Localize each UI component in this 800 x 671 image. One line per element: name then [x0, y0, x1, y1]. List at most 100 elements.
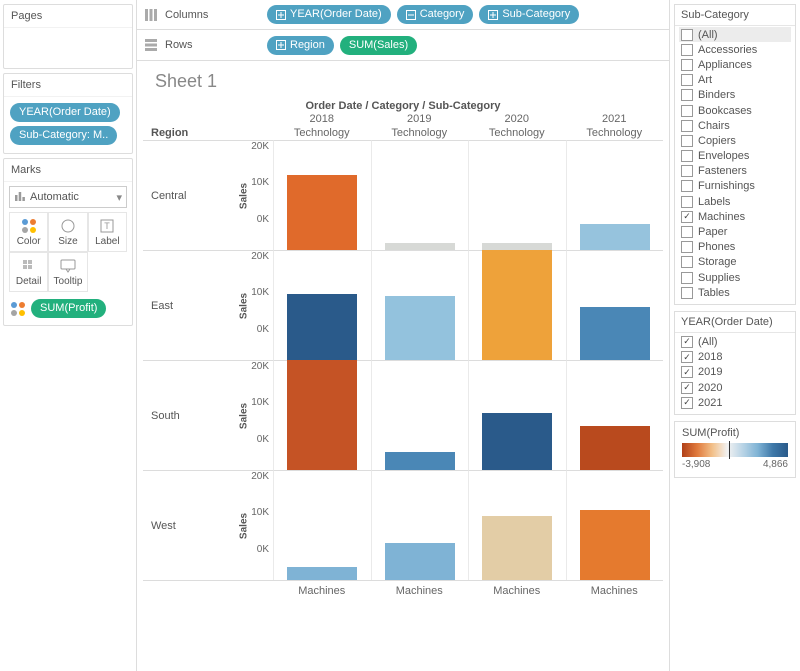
mark-detail[interactable]: Detail	[9, 252, 48, 292]
filter-item[interactable]: Machines	[679, 209, 791, 224]
mark-type-label: Automatic	[30, 191, 79, 203]
marks-grid: Color Size T Label Detail Tooltip	[9, 212, 127, 292]
bar[interactable]	[580, 307, 650, 360]
color-legend: SUM(Profit) -3,908 4,866	[674, 421, 796, 478]
filter-item[interactable]: (All)	[679, 27, 791, 42]
subcategory-list: (All)Accessories Appliances Art BindersBook…	[675, 26, 795, 304]
filter-pill-subcat[interactable]: Sub-Category: M..	[10, 126, 117, 145]
marks-profit-pill[interactable]: SUM(Profit)	[31, 299, 106, 318]
row-label: South	[143, 360, 233, 470]
bar[interactable]	[482, 243, 552, 250]
filter-item[interactable]: Fasteners	[679, 164, 791, 179]
checkbox-icon	[681, 366, 693, 378]
filter-item[interactable]: Storage	[679, 255, 791, 270]
bar[interactable]	[385, 452, 455, 470]
chart: Order Date / Category / Sub-Category2018…	[143, 100, 663, 601]
columns-label: Columns	[165, 9, 260, 21]
y-tick: 10K	[251, 397, 269, 433]
rows-shelf[interactable]: Rows Region SUM(Sales)	[137, 30, 669, 60]
col-header-category: Technology	[273, 126, 371, 140]
mark-label[interactable]: T Label	[88, 212, 127, 252]
filter-item[interactable]: (All)	[679, 334, 791, 349]
filter-item[interactable]: 2018	[679, 350, 791, 365]
filter-item-label: Appliances	[698, 59, 752, 71]
bar[interactable]	[482, 250, 552, 360]
bar-cell	[273, 360, 371, 470]
filter-item[interactable]: Labels	[679, 194, 791, 209]
y-tick: 0K	[251, 434, 269, 470]
bar[interactable]	[385, 296, 455, 360]
filter-item[interactable]: Copiers	[679, 133, 791, 148]
bar[interactable]	[580, 426, 650, 470]
left-panel: Pages Filters YEAR(Order Date) Sub-Categ…	[0, 0, 137, 671]
col-pill-year[interactable]: YEAR(Order Date)	[267, 5, 391, 24]
row-pill-sales[interactable]: SUM(Sales)	[340, 36, 417, 55]
mark-type-dropdown[interactable]: Automatic ▾	[9, 186, 127, 208]
bar[interactable]	[287, 360, 357, 470]
mark-color[interactable]: Color	[9, 212, 48, 252]
filter-item[interactable]: 2020	[679, 380, 791, 395]
mark-tooltip[interactable]: Tooltip	[48, 252, 87, 292]
filter-item-label: Envelopes	[698, 150, 749, 162]
bar[interactable]	[287, 567, 357, 580]
col-footer-subcategory: Machines	[371, 581, 469, 601]
detail-icon	[22, 258, 36, 274]
bar[interactable]	[580, 224, 650, 250]
bar-cell	[566, 140, 664, 250]
checkbox-icon	[681, 211, 693, 223]
col-pill-subcategory[interactable]: Sub-Category	[479, 5, 579, 24]
mark-size[interactable]: Size	[48, 212, 87, 252]
center-panel: Columns YEAR(Order Date) Category Sub-Ca…	[137, 0, 670, 671]
bar-cell	[468, 470, 566, 580]
filter-item[interactable]: Art	[679, 73, 791, 88]
filter-item[interactable]: Chairs	[679, 118, 791, 133]
color-icon	[11, 302, 25, 316]
row-label: East	[143, 250, 233, 360]
marks-pill-row: SUM(Profit)	[11, 297, 125, 320]
filter-item-label: Fasteners	[698, 165, 747, 177]
row-label: West	[143, 470, 233, 580]
checkbox-icon	[681, 44, 693, 56]
size-icon	[60, 218, 76, 234]
filter-item[interactable]: Envelopes	[679, 149, 791, 164]
bar-cell	[273, 470, 371, 580]
col-header-year: 2020	[468, 112, 566, 126]
bar[interactable]	[287, 294, 357, 360]
row-label: Central	[143, 140, 233, 250]
y-axis: Sales20K10K0K	[233, 140, 273, 250]
y-tick: 0K	[251, 544, 269, 580]
row-pill-region[interactable]: Region	[267, 36, 334, 55]
columns-shelf[interactable]: Columns YEAR(Order Date) Category Sub-Ca…	[137, 0, 669, 30]
bar[interactable]	[482, 413, 552, 470]
bar-cell	[566, 360, 664, 470]
filter-item[interactable]: Appliances	[679, 57, 791, 72]
filter-pill-year[interactable]: YEAR(Order Date)	[10, 103, 120, 122]
legend-title: SUM(Profit)	[682, 427, 788, 439]
checkbox-icon	[681, 89, 693, 101]
filter-item[interactable]: Furnishings	[679, 179, 791, 194]
filter-item[interactable]: Phones	[679, 240, 791, 255]
y-tick: 20K	[251, 141, 269, 177]
bar[interactable]	[482, 516, 552, 580]
shelves: Columns YEAR(Order Date) Category Sub-Ca…	[137, 0, 669, 61]
filter-item[interactable]: 2021	[679, 395, 791, 410]
checkbox-icon	[681, 180, 693, 192]
filter-item[interactable]: Tables	[679, 285, 791, 300]
filter-item[interactable]: Binders	[679, 88, 791, 103]
bar[interactable]	[287, 175, 357, 250]
checkbox-icon	[681, 120, 693, 132]
checkbox-icon	[681, 150, 693, 162]
svg-text:T: T	[105, 221, 111, 231]
filter-item[interactable]: Accessories	[679, 42, 791, 57]
bar[interactable]	[385, 243, 455, 250]
col-pill-category[interactable]: Category	[397, 5, 474, 24]
filter-item[interactable]: 2019	[679, 365, 791, 380]
color-icon	[22, 218, 36, 234]
filter-item[interactable]: Bookcases	[679, 103, 791, 118]
filter-item[interactable]: Supplies	[679, 270, 791, 285]
filter-item-label: Art	[698, 74, 712, 86]
filter-item[interactable]: Paper	[679, 224, 791, 239]
bar-cell	[371, 250, 469, 360]
bar[interactable]	[385, 543, 455, 580]
bar[interactable]	[580, 510, 650, 580]
